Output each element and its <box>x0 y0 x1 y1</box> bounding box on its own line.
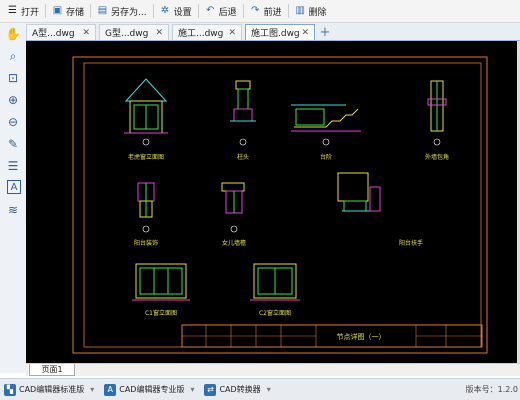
cad-converter-icon: ⇄ <box>204 383 217 396</box>
zoom-in-icon[interactable]: ⊕ <box>5 92 21 108</box>
page-tab-1[interactable]: 页面1 <box>29 364 75 376</box>
tab-g-dwg[interactable]: G型...dwg ✕ <box>99 24 169 40</box>
version-label: 版本号：1.2.0 <box>465 385 518 394</box>
cad-editor-icon: ▚ <box>4 383 16 396</box>
close-icon[interactable]: ✕ <box>82 28 90 38</box>
chevron-down-icon: ▾ <box>266 385 271 394</box>
save-icon: ▣ <box>52 5 63 16</box>
label-steps: 台阶 <box>320 153 332 161</box>
save-as-button[interactable]: ▤ 另存为... <box>93 2 151 21</box>
taskbar-cad-converter[interactable]: ⇄ CAD转换器 ▾ <box>200 380 274 400</box>
bottom-product-bar: ▚ CAD编辑器标准版 ▾ A CAD编辑器专业版 ▾ ⇄ CAD转换器 ▾ 版本号：1.2… <box>0 378 520 400</box>
close-icon[interactable]: ✕ <box>155 28 163 38</box>
dormer-window-elevation: 老虎窗立面图 <box>124 78 168 161</box>
cad-drawing: 老虎窗立面图 柱头 台阶 外墙包角 阳台装饰 女儿墙檐 阳台扶手 C1窗立面图 … <box>72 56 488 354</box>
label-balcony-handrail: 阳台扶手 <box>399 239 423 247</box>
save-as-icon: ▤ <box>97 5 108 16</box>
back-arrow-icon: ↶ <box>205 5 215 16</box>
c1-window-elevation: C1窗立面图 <box>132 263 190 317</box>
tab-a-dwg[interactable]: A型...dwg ✕ <box>26 24 96 40</box>
zoom-out-icon[interactable]: ⊖ <box>5 114 21 130</box>
main-toolbar: ☰ 打开 ▣ 存储 ▤ 另存为... ✲ 设置 ↶ 后退 ↷ 前进 ▥ 删除 <box>0 0 520 23</box>
title-block: 节点详图（一） <box>181 324 483 348</box>
save-button[interactable]: ▣ 存储 <box>48 2 88 21</box>
c2-window-elevation: C2窗立面图 <box>250 263 300 317</box>
forward-button[interactable]: ↷ 前进 <box>246 2 286 21</box>
drawing-canvas[interactable]: 老虎窗立面图 柱头 台阶 外墙包角 阳台装饰 女儿墙檐 阳台扶手 C1窗立面图 … <box>26 41 517 363</box>
zoom-window-icon[interactable]: ⌕ <box>5 48 21 64</box>
trash-icon: ▥ <box>295 5 305 16</box>
taskbar-cad-editor-pro[interactable]: A CAD编辑器专业版 ▾ <box>100 380 198 400</box>
label-parapet-eave: 女儿墙檐 <box>222 239 246 247</box>
add-tab-button[interactable]: + <box>318 25 332 40</box>
balcony-decoration-detail: 阳台装饰 <box>134 182 158 247</box>
zoom-region-icon[interactable]: ⊡ <box>5 70 21 86</box>
tab-construction-drawing-dwg[interactable]: 施工图.dwg ✕ <box>245 24 315 40</box>
text-icon[interactable]: A <box>7 180 21 194</box>
layers-icon[interactable]: ☰ <box>5 158 21 174</box>
toolbar-divider <box>197 4 199 18</box>
column-head-detail: 柱头 <box>230 80 256 161</box>
exterior-wall-corner-detail: 外墙包角 <box>425 80 449 161</box>
back-button[interactable]: ↶ 后退 <box>201 2 241 21</box>
drawing-inner-border <box>83 62 482 348</box>
label-column-head: 柱头 <box>237 153 249 161</box>
measure-icon[interactable]: ✎ <box>5 136 21 152</box>
open-button[interactable]: ☰ 打开 <box>3 2 43 21</box>
steps-detail: 台阶 <box>291 104 361 161</box>
label-dormer-window: 老虎窗立面图 <box>128 153 164 161</box>
parapet-eave-detail: 女儿墙檐 <box>221 182 246 247</box>
chevron-down-icon: ▾ <box>90 385 95 394</box>
taskbar-cad-editor-standard[interactable]: ▚ CAD编辑器标准版 ▾ <box>0 380 98 400</box>
open-menu-icon: ☰ <box>8 5 17 16</box>
toolbar-divider <box>242 4 244 18</box>
label-balcony-decoration: 阳台装饰 <box>134 239 158 247</box>
close-icon[interactable]: ✕ <box>228 28 236 38</box>
page-bar: 页面1 <box>26 363 520 376</box>
cad-editor-pro-icon: A <box>104 383 117 396</box>
layer-stack-icon[interactable]: ≋ <box>5 202 21 218</box>
settings-button[interactable]: ✲ 设置 <box>156 2 196 21</box>
close-icon[interactable]: ✕ <box>301 28 309 38</box>
document-tabs: A型...dwg ✕ G型...dwg ✕ 施工...dwg ✕ 施工图.dwg ✕ + <box>26 23 520 41</box>
delete-button[interactable]: ▥ 删除 <box>291 2 331 21</box>
label-c1-window: C1窗立面图 <box>145 309 177 317</box>
toolbar-divider <box>45 4 47 18</box>
toolbar-divider <box>152 4 154 18</box>
toolbar-divider <box>90 4 92 18</box>
pan-icon[interactable]: ✋ <box>5 26 21 42</box>
toolbar-divider <box>287 4 289 18</box>
chevron-down-icon: ▾ <box>190 385 195 394</box>
forward-arrow-icon: ↷ <box>250 5 260 16</box>
gear-icon: ✲ <box>160 5 170 16</box>
label-wall-corner: 外墙包角 <box>425 153 449 161</box>
left-tool-panel: ✋ ⌕ ⊡ ⊕ ⊖ ✎ ☰ A ≋ <box>0 23 27 373</box>
label-c2-window: C2窗立面图 <box>259 309 291 317</box>
title-block-name: 节点详图（一） <box>337 332 386 341</box>
tab-construction-dwg[interactable]: 施工...dwg ✕ <box>172 24 242 40</box>
balcony-handrail-detail: 阳台扶手 <box>337 172 423 247</box>
